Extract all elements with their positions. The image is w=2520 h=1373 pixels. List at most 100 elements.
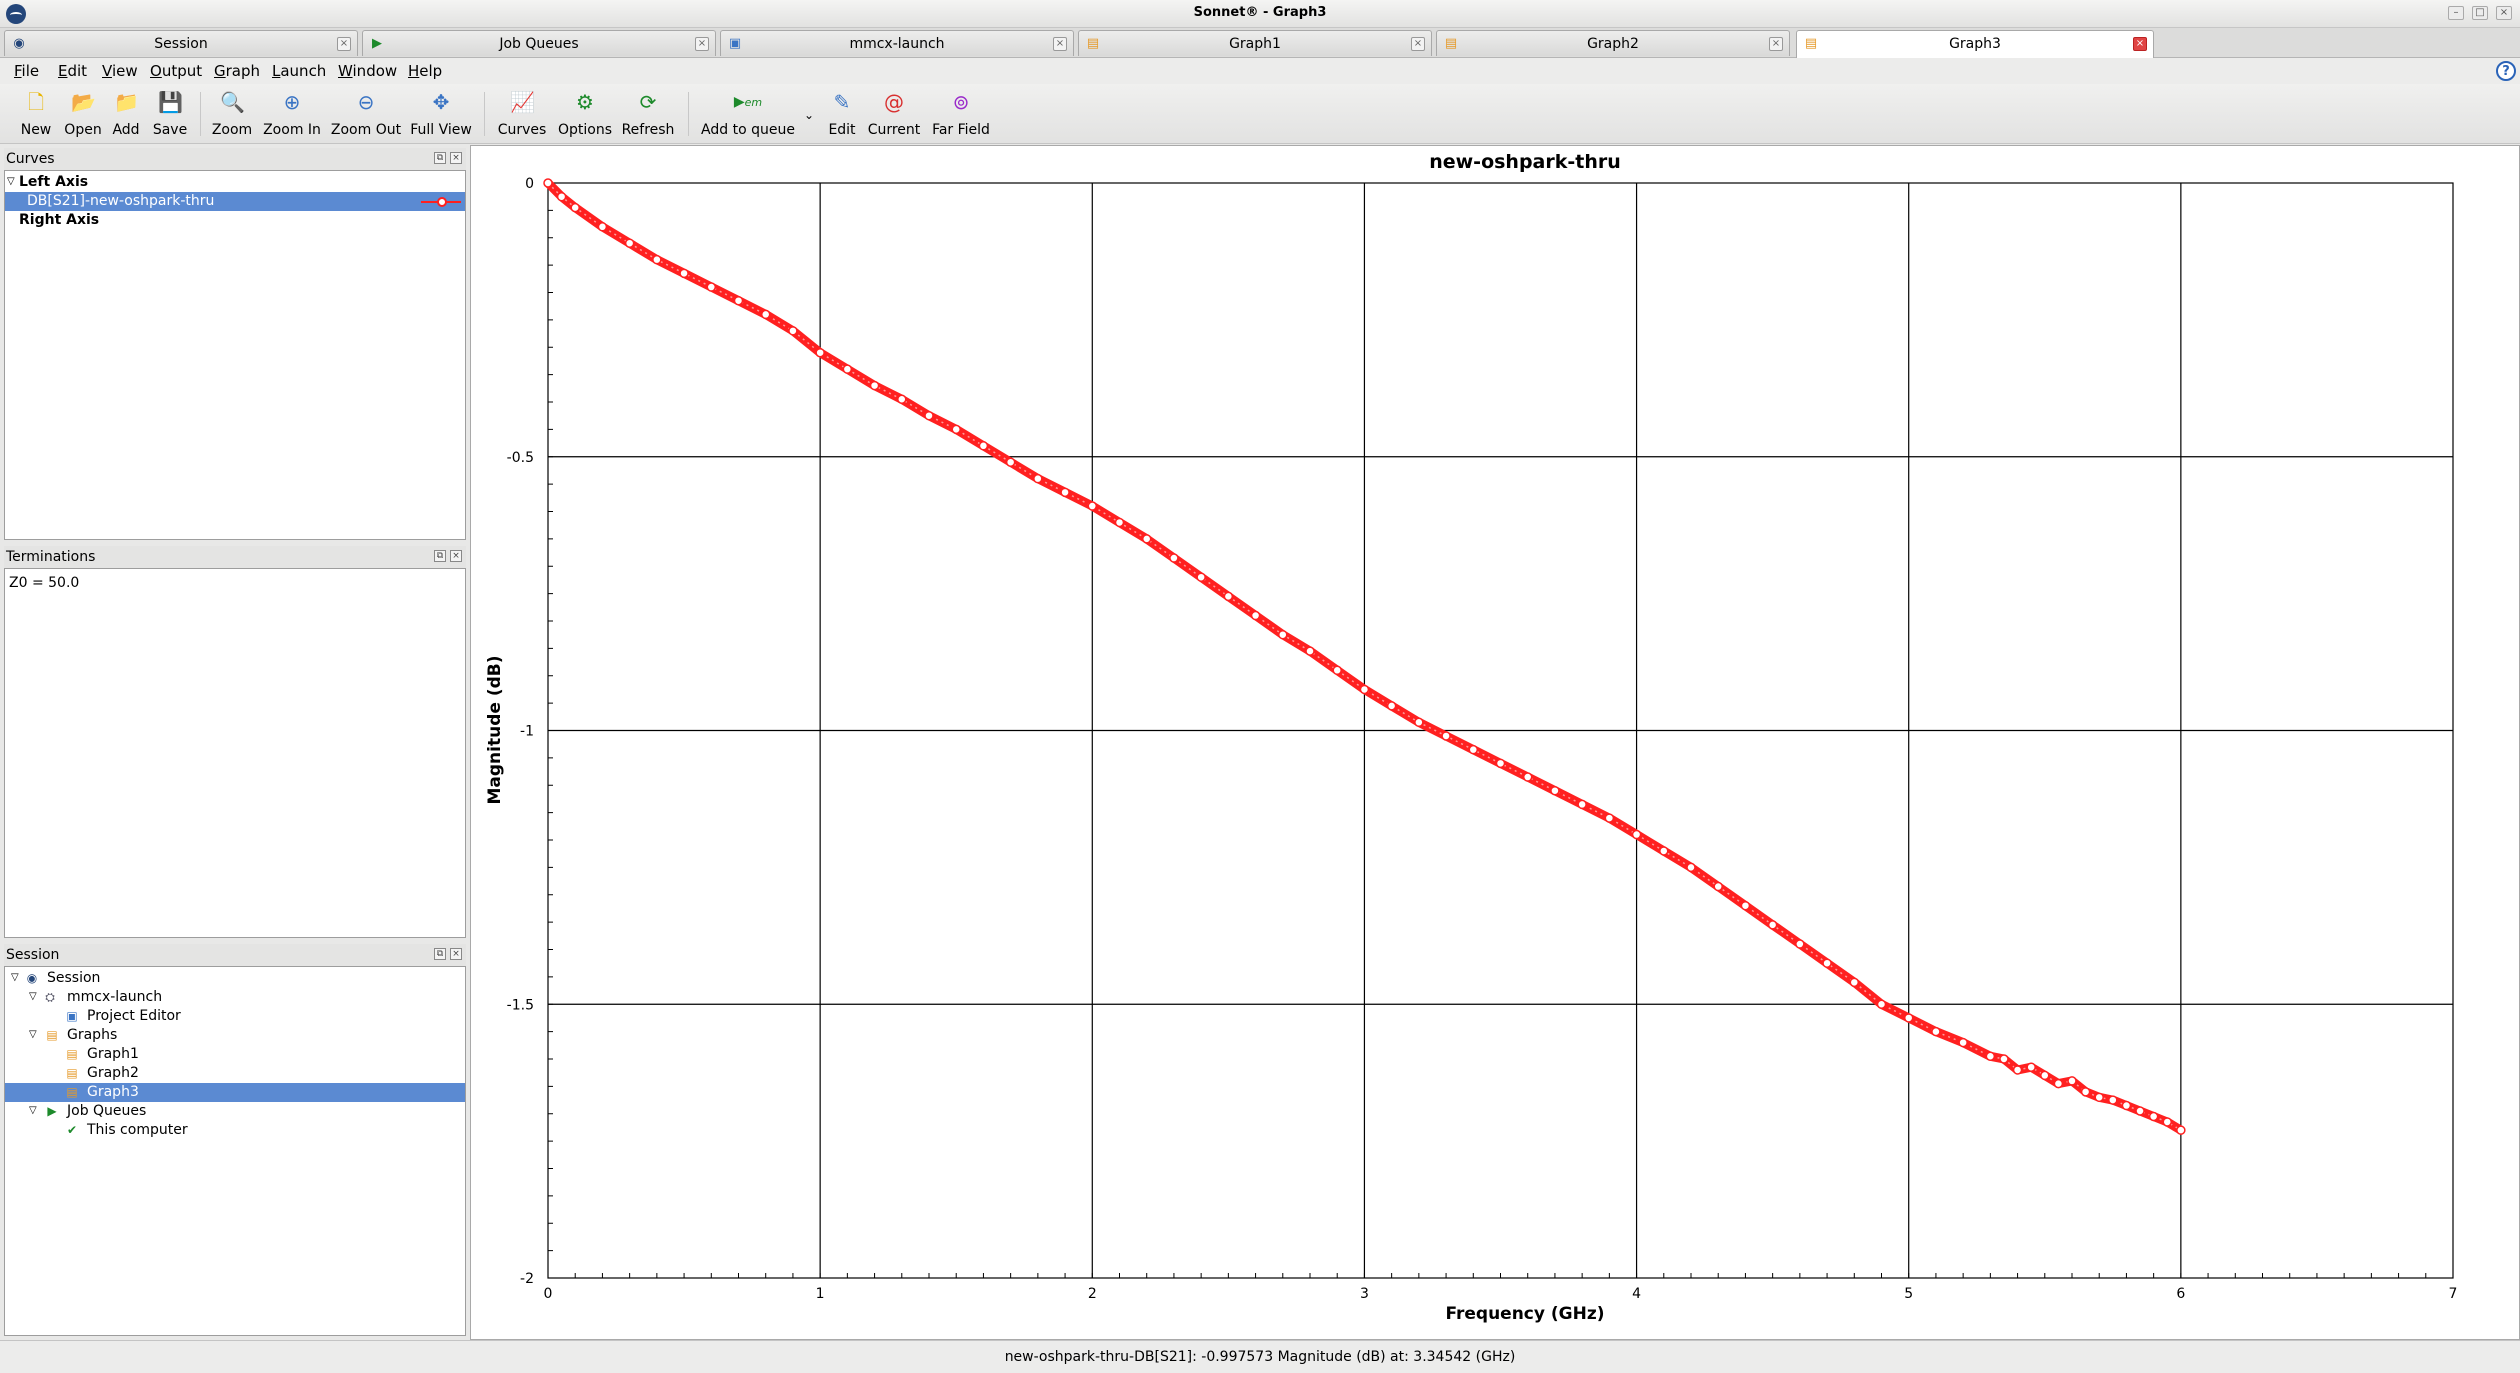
gear-icon: ⚙	[576, 90, 594, 114]
refresh-button[interactable]: ⟳ Refresh	[618, 86, 678, 142]
data-point	[2040, 1070, 2050, 1081]
menu-launch[interactable]: Launch	[272, 62, 326, 80]
x-tick-label: 2	[1088, 1286, 1097, 1302]
current-button[interactable]: @ Current	[864, 86, 924, 142]
chevron-down-icon[interactable]: ⌄	[804, 108, 814, 122]
button-label: Far Field	[932, 122, 990, 138]
tree-item-graphs[interactable]: ▽ ▤ Graphs	[5, 1026, 465, 1045]
zoom-in-button[interactable]: ⊕ Zoom In	[258, 86, 326, 142]
tab-session[interactable]: ◉ Session ×	[4, 30, 358, 56]
menu-output[interactable]: Output	[150, 62, 202, 80]
x-tick-label: 5	[1904, 1286, 1913, 1302]
close-tab-icon[interactable]: ×	[1053, 37, 1067, 51]
float-panel-icon[interactable]: ⧉	[434, 152, 446, 164]
data-point	[1495, 758, 1506, 769]
close-tab-icon[interactable]: ×	[695, 37, 709, 51]
options-button[interactable]: ⚙ Options	[554, 86, 616, 142]
tab-label: Job Queues	[499, 36, 579, 52]
tree-item-graph1[interactable]: ▤ Graph1	[5, 1045, 465, 1064]
tree-item-right-axis[interactable]: Right Axis	[5, 211, 465, 230]
close-panel-icon[interactable]: ×	[450, 152, 462, 164]
button-label: Curves	[497, 122, 547, 138]
graph-view[interactable]: new-oshpark-thru Frequency (GHz) Magnitu…	[470, 145, 2520, 1340]
session-icon: ◉	[13, 36, 25, 51]
terminations-panel: Z0 = 50.0	[4, 568, 466, 938]
curves-button[interactable]: 📈 Curves	[492, 86, 552, 142]
close-window-icon[interactable]: ×	[2496, 6, 2512, 20]
expand-triangle-icon[interactable]: ▽	[29, 1106, 39, 1116]
tab-label: Graph3	[1949, 36, 2001, 52]
edit-button[interactable]: ✎ Edit	[822, 86, 862, 142]
data-point	[543, 178, 553, 188]
tree-label: Project Editor	[87, 1008, 181, 1024]
zoom-button[interactable]: 🔍 Zoom	[208, 86, 256, 142]
tree-item-graph2[interactable]: ▤ Graph2	[5, 1064, 465, 1083]
panel-title: Terminations	[6, 549, 96, 565]
close-tab-icon[interactable]: ×	[1411, 37, 1425, 51]
data-point	[2012, 1065, 2023, 1075]
new-file-icon: 🗋	[27, 90, 45, 114]
save-button[interactable]: 💾 Save	[148, 86, 192, 142]
close-panel-icon[interactable]: ×	[450, 550, 462, 562]
menu-window[interactable]: Window	[338, 62, 397, 80]
float-panel-icon[interactable]: ⧉	[434, 948, 446, 960]
data-point	[1767, 920, 1778, 930]
far-field-button[interactable]: ⊚ Far Field	[926, 86, 996, 142]
session-icon: ◉	[26, 971, 38, 985]
tree-item-mmcx-launch[interactable]: ▽ ⛭ mmcx-launch	[5, 988, 465, 1007]
expand-triangle-icon[interactable]: ▽	[29, 1030, 39, 1040]
menu-edit[interactable]: Edit	[58, 62, 87, 80]
y-tick-label: -1	[520, 724, 534, 740]
tab-label: Session	[154, 36, 208, 52]
float-panel-icon[interactable]: ⧉	[434, 550, 446, 562]
maximize-window-icon[interactable]: □	[2472, 6, 2488, 20]
zoom-out-button[interactable]: ⊖ Zoom Out	[328, 86, 404, 142]
data-point	[2135, 1106, 2145, 1116]
menu-graph[interactable]: Graph	[214, 62, 260, 80]
close-tab-icon[interactable]: ×	[1769, 37, 1783, 51]
close-panel-icon[interactable]: ×	[450, 948, 462, 960]
toolbar: 🗋 New 📂 Open 📁 Add 💾 Save 🔍 Zoom ⊕ Zoom …	[0, 84, 2520, 144]
chart-title: new-oshpark-thru	[1429, 151, 1621, 173]
button-label: Save	[152, 122, 188, 138]
y-tick-label: -0.5	[507, 450, 534, 466]
tab-graph2[interactable]: ▤ Graph2 ×	[1436, 30, 1790, 56]
tab-job-queues[interactable]: ▶ Job Queues ×	[362, 30, 716, 56]
tree-item-graph3[interactable]: ▤ Graph3	[5, 1083, 465, 1102]
expand-triangle-icon[interactable]: ▽	[11, 973, 21, 983]
help-icon[interactable]: ?	[2496, 61, 2516, 81]
add-button[interactable]: 📁 Add	[106, 86, 146, 142]
tree-item-session[interactable]: ▽ ◉ Session	[5, 969, 465, 988]
data-point	[1931, 1026, 1941, 1037]
data-point	[1141, 534, 1152, 544]
tab-graph1[interactable]: ▤ Graph1 ×	[1078, 30, 1432, 56]
toolbar-separator	[688, 92, 689, 136]
menu-file[interactable]: File	[14, 62, 39, 80]
menu-view[interactable]: View	[102, 62, 138, 80]
curve-item[interactable]: DB[S21]-new-oshpark-thru	[5, 192, 465, 211]
minimize-window-icon[interactable]: –	[2448, 6, 2464, 20]
data-point	[2067, 1076, 2077, 1086]
close-tab-icon[interactable]: ×	[337, 37, 351, 51]
new-button[interactable]: 🗋 New	[14, 86, 58, 142]
add-to-queue-button[interactable]: ▶em Add to queue	[698, 86, 798, 142]
data-point	[733, 295, 744, 306]
tree-item-this-computer[interactable]: ✔ This computer	[5, 1121, 465, 1140]
expand-triangle-icon[interactable]: ▽	[29, 992, 39, 1002]
y-tick-label: -2	[520, 1271, 534, 1287]
data-point	[1849, 977, 1860, 988]
tab-graph3[interactable]: ▤ Graph3 ×	[1796, 30, 2154, 58]
tab-mmcx-launch[interactable]: ▣ mmcx-launch ×	[720, 30, 1074, 56]
full-view-button[interactable]: ✥ Full View	[406, 86, 476, 142]
expand-triangle-icon[interactable]: ▽	[7, 177, 17, 187]
data-point	[2108, 1095, 2118, 1105]
tree-item-project-editor[interactable]: ▣ Project Editor	[5, 1007, 465, 1026]
tree-item-left-axis[interactable]: ▽ Left Axis	[5, 173, 465, 192]
tree-label: Graph3	[87, 1084, 139, 1100]
tree-item-job-queues[interactable]: ▽ ▶ Job Queues	[5, 1102, 465, 1121]
open-button[interactable]: 📂 Open	[60, 86, 106, 142]
graph-plot[interactable]: new-oshpark-thru Frequency (GHz) Magnitu…	[471, 146, 2519, 1339]
data-point	[1795, 939, 1805, 949]
menu-help[interactable]: Help	[408, 62, 442, 80]
close-tab-icon[interactable]: ×	[2133, 37, 2147, 51]
